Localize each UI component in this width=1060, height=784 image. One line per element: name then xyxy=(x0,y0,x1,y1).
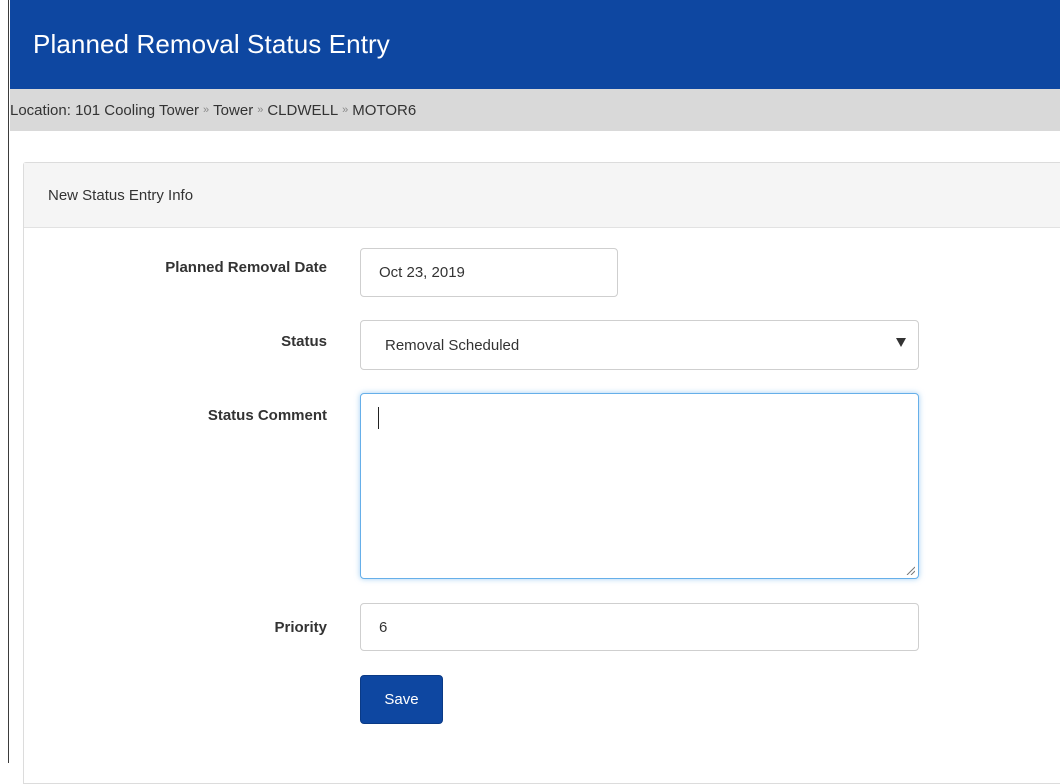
priority-label: Priority xyxy=(274,619,327,636)
breadcrumb-separator: » xyxy=(342,104,349,116)
title-bar: Planned Removal Status Entry xyxy=(10,0,1060,89)
breadcrumb-separator: » xyxy=(257,104,264,116)
breadcrumb-item-component[interactable]: MOTOR6 xyxy=(352,102,416,119)
resize-handle-icon[interactable] xyxy=(905,565,915,575)
status-comment-row: Status Comment xyxy=(24,407,327,424)
breadcrumb-item-equipment[interactable]: CLDWELL xyxy=(267,102,338,119)
planned-removal-date-row: Planned Removal Date xyxy=(24,259,327,276)
breadcrumb-separator: » xyxy=(203,104,210,116)
save-button[interactable]: Save xyxy=(360,675,443,724)
status-label: Status xyxy=(281,333,327,350)
status-select[interactable]: Removal Scheduled xyxy=(360,320,919,370)
breadcrumb-prefix: Location: xyxy=(10,101,71,119)
status-entry-panel: New Status Entry Info Planned Removal Da… xyxy=(23,162,1060,784)
planned-removal-date-value: Oct 23, 2019 xyxy=(379,264,465,281)
text-cursor xyxy=(378,407,379,429)
page-title: Planned Removal Status Entry xyxy=(33,29,390,59)
planned-removal-date-label: Planned Removal Date xyxy=(165,259,327,276)
priority-value: 6 xyxy=(379,618,388,636)
priority-row: Priority xyxy=(24,619,327,636)
status-comment-textarea[interactable] xyxy=(360,393,919,579)
priority-input[interactable]: 6 xyxy=(360,603,919,651)
status-comment-label: Status Comment xyxy=(207,407,327,424)
breadcrumb-item-area[interactable]: Tower xyxy=(213,102,253,119)
breadcrumb: Location: 101 Cooling Tower» Tower» CLDWEL… xyxy=(10,89,1060,131)
planned-removal-date-input[interactable]: Oct 23, 2019 xyxy=(360,248,618,297)
window-left-border xyxy=(0,0,9,763)
status-selected-value: Removal Scheduled xyxy=(385,336,520,354)
breadcrumb-item-site[interactable]: 101 Cooling Tower xyxy=(75,102,199,119)
panel-title: New Status Entry Info xyxy=(24,163,1060,228)
dropdown-arrow-icon xyxy=(896,338,906,347)
status-row: Status xyxy=(24,333,327,350)
